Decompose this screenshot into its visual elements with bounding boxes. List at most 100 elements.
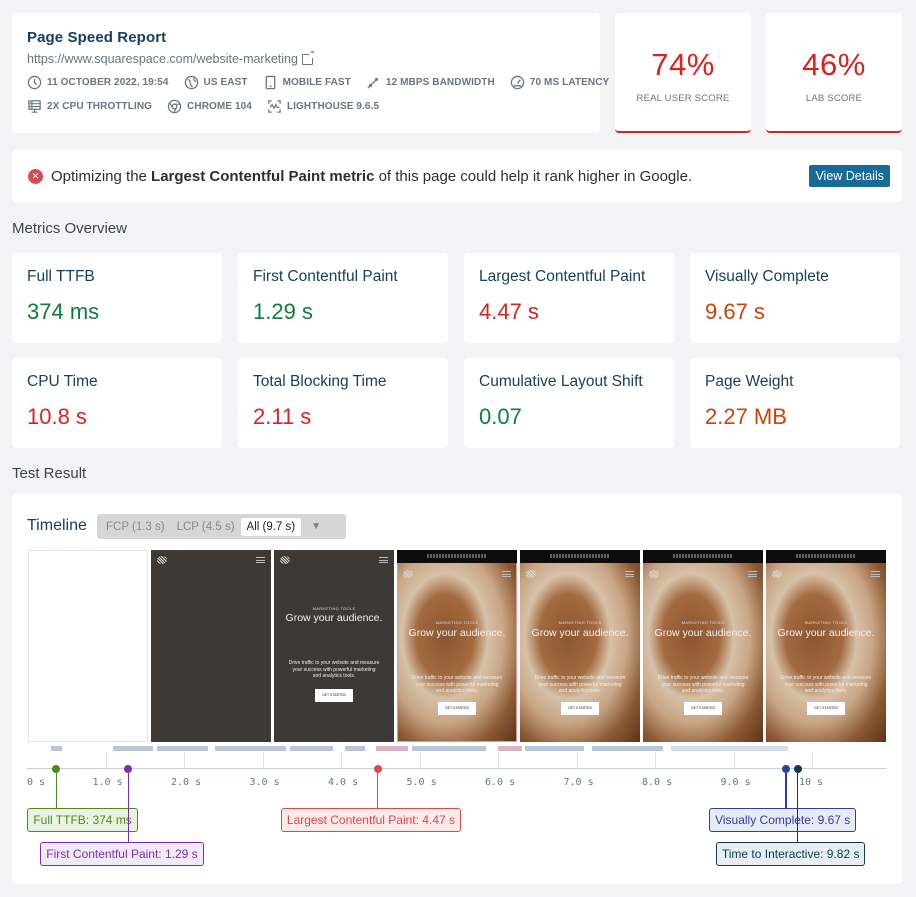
metric-card-visually-complete[interactable]: Visually Complete 9.67 s <box>690 253 900 343</box>
test-settings-row-2: 2X CPU THROTTLING CHROME 104 LIGHTHOUSE 9.… <box>27 99 585 114</box>
request-segment <box>215 746 287 751</box>
timeline-range-selector[interactable]: FCP (1.3 s) LCP (4.5 s) All (9.7 s) ▼ <box>97 514 346 539</box>
metric-card-full-ttfb[interactable]: Full TTFB 374 ms <box>12 253 222 343</box>
range-option-lcp[interactable]: LCP (4.5 s) <box>171 518 241 536</box>
range-option-all[interactable]: All (9.7 s) <box>240 517 302 536</box>
frame-hero: Grow your audience. <box>654 627 752 639</box>
metric-card-page-weight[interactable]: Page Weight 2.27 MB <box>690 358 900 448</box>
squarespace-logo-icon <box>403 570 413 578</box>
metric-name: First Contentful Paint <box>253 268 398 285</box>
promo-banner <box>643 550 763 563</box>
metric-card-cpu-time[interactable]: CPU Time 10.8 s <box>12 358 222 448</box>
metric-name: Full TTFB <box>27 268 95 285</box>
setting-label: 11 OCTOBER 2022, 19:54 <box>47 77 169 88</box>
bandwidth-icon <box>367 78 378 89</box>
real-user-score-value: 74% <box>651 47 715 82</box>
marker-dot-lcpc[interactable] <box>373 765 382 773</box>
marker-label-vc[interactable]: Visually Complete: 9.67 s <box>709 808 857 832</box>
metric-value: 2.11 s <box>253 404 312 429</box>
axis-tick-label: 6.0 s <box>485 777 516 788</box>
frame-body: Drive traffic to your website and measur… <box>534 675 626 694</box>
real-user-score-card[interactable]: 74% REAL USER SCORE <box>615 13 751 133</box>
metric-value: 9.67 s <box>705 299 765 324</box>
globe-icon <box>184 75 198 90</box>
setting-label: 12 MBPS BANDWIDTH <box>385 77 495 88</box>
chevron-down-icon[interactable]: ▼ <box>311 521 321 532</box>
tested-url[interactable]: https://www.squarespace.com/website-mark… <box>27 52 298 66</box>
frame-body: Drive traffic to your website and measur… <box>657 675 749 694</box>
request-segment <box>113 746 153 751</box>
filmstrip-frame[interactable] <box>151 550 271 742</box>
axis-gridline <box>419 752 421 768</box>
metric-value: 374 ms <box>27 299 100 324</box>
filmstrip-frame[interactable]: MARKETING TOOLS Grow your audience. Drive … <box>397 550 517 742</box>
hamburger-menu-icon <box>871 571 880 577</box>
axis-gridline <box>576 752 578 768</box>
frame-cta: GET STARTED <box>438 702 476 715</box>
frame-hero: Grow your audience. <box>531 627 629 639</box>
axis-gridline <box>733 752 735 768</box>
axis-tick-label: 7.0 s <box>563 777 594 788</box>
frame-kicker: MARKETING TOOLS <box>681 620 725 625</box>
axis-tick-label: 1.0 s <box>92 777 123 788</box>
alert-text-prefix: Optimizing the <box>51 167 152 185</box>
request-segment <box>344 746 365 751</box>
marker-dot-fcp[interactable] <box>124 765 133 773</box>
frame-cta: GET STARTED <box>315 689 353 702</box>
metric-card-largest-contentful-paint[interactable]: Largest Contentful Paint 4.47 s <box>464 253 674 343</box>
marker-label-fcp[interactable]: First Contentful Paint: 1.29 s <box>40 842 204 866</box>
request-segment <box>670 746 789 751</box>
request-segment <box>289 746 334 751</box>
axis-tick-label: 4.0 s <box>328 777 359 788</box>
gauge-icon <box>510 75 525 90</box>
marker-dot-vc[interactable] <box>782 765 791 773</box>
metric-value: 0.07 <box>479 404 522 429</box>
real-user-score-label: REAL USER SCORE <box>636 93 730 104</box>
marker-line-tti <box>797 773 799 842</box>
axis-tick-label: 0 s <box>27 777 46 788</box>
squarespace-logo-icon <box>772 570 782 578</box>
setting-label: MOBILE FAST <box>282 77 351 88</box>
metric-card-cumulative-layout-shift[interactable]: Cumulative Layout Shift 0.07 <box>464 358 674 448</box>
filmstrip-frame[interactable]: MARKETING TOOLS Grow your audience. Drive … <box>274 550 394 742</box>
filmstrip-frame[interactable]: MARKETING TOOLS Grow your audience. Drive … <box>766 550 886 742</box>
axis-gridline <box>498 752 499 768</box>
metric-value: 1.29 s <box>253 299 313 324</box>
setting-label: 2X CPU THROTTLING <box>47 101 153 112</box>
marker-label-tti[interactable]: Time to Interactive: 9.82 s <box>715 842 866 866</box>
frame-body: Drive traffic to your website and measur… <box>288 660 380 679</box>
range-option-fcp[interactable]: FCP (1.3 s) <box>100 518 171 536</box>
marker-dot-ttfb[interactable] <box>52 765 61 773</box>
lab-score-card[interactable]: 46% LAB SCORE <box>766 13 902 133</box>
error-x-icon: ✕ <box>28 168 43 184</box>
filmstrip-frame[interactable]: MARKETING TOOLS Grow your audience. Drive … <box>520 550 640 742</box>
cpu-icon <box>28 100 41 113</box>
marker-dot-tti[interactable] <box>793 765 802 773</box>
alert-message: Optimizing the Largest Contentful Paint … <box>51 168 886 185</box>
axis-tick-label: 9.0 s <box>720 777 751 788</box>
test-settings-row-1: 11 OCTOBER 2022, 19:54 US EAST MOBILE FAST… <box>27 75 609 90</box>
metric-name: Page Weight <box>705 373 794 390</box>
metric-value: 2.27 MB <box>705 404 787 429</box>
view-details-button[interactable]: View Details <box>809 165 890 187</box>
frame-cta: GET STARTED <box>807 702 845 715</box>
marker-label-ttfb[interactable]: Full TTFB: 374 ms <box>27 808 138 832</box>
filmstrip-frame[interactable] <box>28 550 148 742</box>
metric-name: Total Blocking Time <box>253 373 387 390</box>
metric-card-first-contentful-paint[interactable]: First Contentful Paint 1.29 s <box>238 253 448 343</box>
promo-banner <box>397 550 517 563</box>
setting-cpu: 2X CPU THROTTLING <box>27 99 152 114</box>
frame-kicker: MARKETING TOOLS <box>435 620 479 625</box>
tested-url-link[interactable]: https://www.squarespace.com/website-mark… <box>27 49 585 67</box>
marker-label-lcpc[interactable]: Largest Contentful Paint: 4.47 s <box>280 808 461 832</box>
setting-label: US EAST <box>203 77 248 88</box>
setting-label: 70 MS LATENCY <box>529 77 610 88</box>
request-segment <box>156 746 208 751</box>
external-link-icon[interactable] <box>301 49 315 65</box>
request-waterfall-strip <box>25 746 885 752</box>
axis-tick-label: 8.0 s <box>642 777 673 788</box>
lab-score-label: LAB SCORE <box>805 93 863 104</box>
metric-card-total-blocking-time[interactable]: Total Blocking Time 2.11 s <box>238 358 448 448</box>
promo-banner <box>766 550 886 563</box>
filmstrip-frame[interactable]: MARKETING TOOLS Grow your audience. Drive … <box>643 550 763 742</box>
